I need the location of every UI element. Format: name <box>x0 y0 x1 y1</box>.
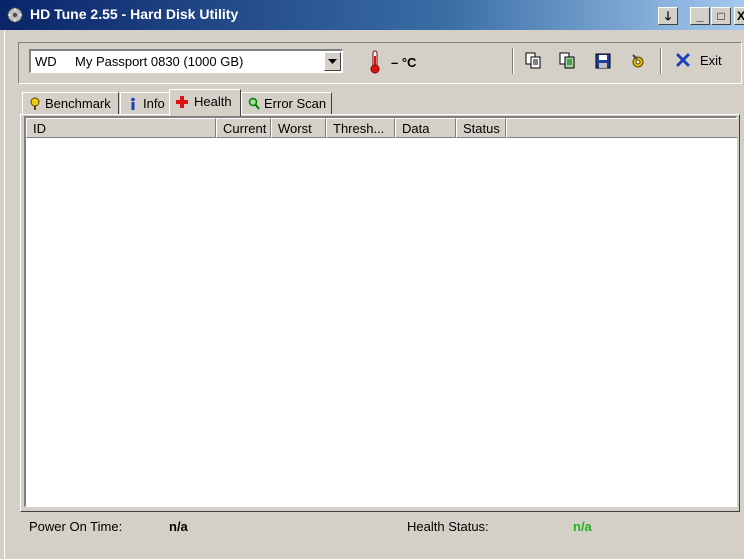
column-header-current[interactable]: Current <box>216 118 271 138</box>
health-cross-icon <box>176 96 188 108</box>
toolbar-separator <box>512 48 514 74</box>
tab-info-label: Info <box>143 96 165 111</box>
drive-model: My Passport 0830 (1000 GB) <box>75 54 244 69</box>
tab-benchmark-label: Benchmark <box>45 96 111 111</box>
app-icon <box>7 7 23 23</box>
chevron-down-icon <box>328 59 337 64</box>
health-status-value: n/a <box>573 519 592 534</box>
extra-button[interactable]: 🡓 <box>658 7 678 25</box>
power-on-time-label: Power On Time: <box>29 519 123 534</box>
tab-health[interactable]: Health <box>169 89 241 116</box>
minimize-button[interactable]: _ <box>690 7 710 25</box>
tab-error-scan[interactable]: Error Scan <box>241 92 332 114</box>
tab-error-scan-label: Error Scan <box>264 96 327 111</box>
power-on-time-value: n/a <box>169 519 188 534</box>
tab-health-label: Health <box>194 94 232 109</box>
info-icon <box>131 97 135 110</box>
column-header-threshold[interactable]: Thresh... <box>326 118 395 138</box>
column-header-filler <box>506 118 737 138</box>
tab-info[interactable]: Info <box>120 92 170 114</box>
title-bar[interactable]: HD Tune 2.55 - Hard Disk Utility 🡓 _ □ X <box>0 0 744 30</box>
thermometer-icon <box>370 50 380 74</box>
drive-select[interactable]: WD My Passport 0830 (1000 GB) <box>29 49 343 73</box>
toolbar-separator <box>660 48 662 74</box>
drive-vendor: WD <box>35 54 57 69</box>
temperature-value: – °C <box>391 55 417 70</box>
window-title: HD Tune 2.55 - Hard Disk Utility <box>30 6 239 22</box>
benchmark-icon <box>30 97 40 110</box>
smart-attributes-table[interactable]: ID Current Worst Thresh... Data Status <box>24 116 737 507</box>
column-header-worst[interactable]: Worst <box>271 118 326 138</box>
dropdown-arrow-button[interactable] <box>324 52 341 71</box>
close-x-icon <box>676 53 690 67</box>
column-header-status[interactable]: Status <box>456 118 506 138</box>
exit-label: Exit <box>700 53 722 68</box>
magnifier-icon <box>248 97 260 110</box>
column-header-id[interactable]: ID <box>26 118 216 138</box>
options-icon[interactable] <box>628 51 648 71</box>
copy-screenshot-icon[interactable] <box>557 51 577 71</box>
save-icon[interactable] <box>593 51 613 71</box>
health-status-label: Health Status: <box>407 519 489 534</box>
column-header-data[interactable]: Data <box>395 118 456 138</box>
copy-text-icon[interactable] <box>523 51 543 71</box>
tab-benchmark[interactable]: Benchmark <box>22 92 119 114</box>
maximize-button[interactable]: □ <box>711 7 731 25</box>
close-button[interactable]: X <box>734 7 744 25</box>
